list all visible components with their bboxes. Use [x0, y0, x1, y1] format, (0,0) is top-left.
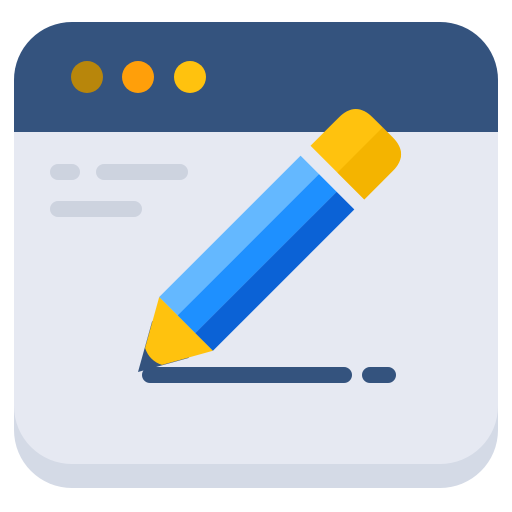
- edit-window-illustration: [14, 22, 498, 488]
- window-dot-middle: [122, 61, 154, 93]
- app-icon: [0, 0, 512, 512]
- window-dot-right: [174, 61, 206, 93]
- window-dot-left: [71, 61, 103, 93]
